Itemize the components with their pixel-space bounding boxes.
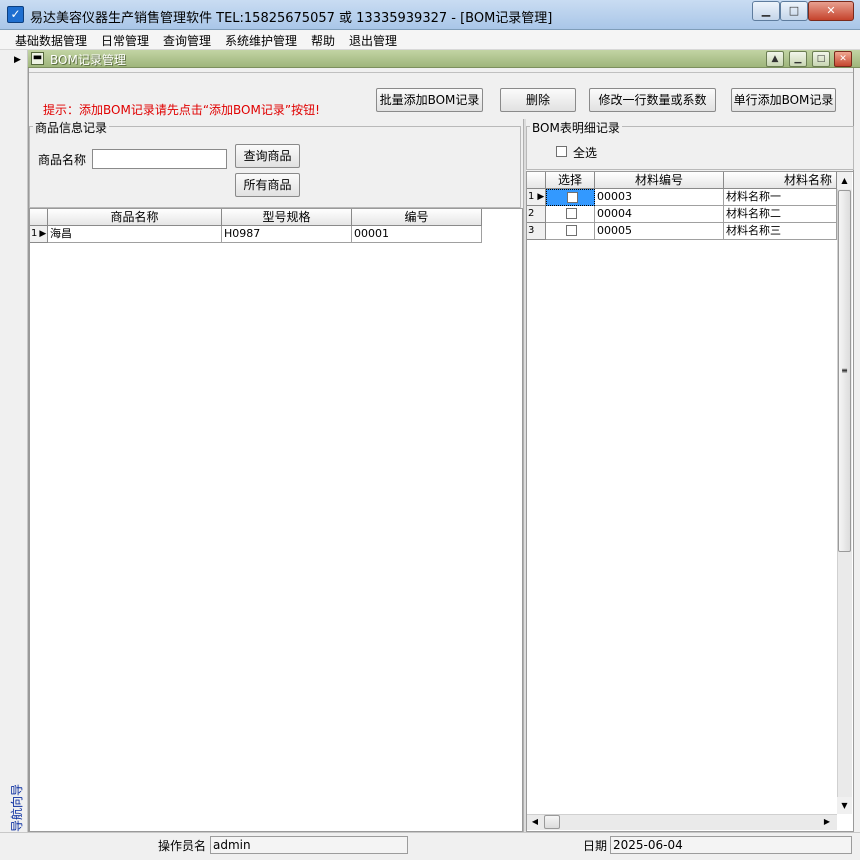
goods-col-code[interactable]: 编号 (352, 209, 482, 226)
bom-cell-code[interactable]: 00004 (595, 206, 724, 223)
goods-info-title: 商品信息记录 (33, 119, 110, 136)
menu-bar: 基础数据管理 日常管理 查询管理 系统维护管理 帮助 退出管理 (0, 30, 860, 50)
goods-name-label: 商品名称 (38, 153, 87, 167)
goods-row-header[interactable]: 1 ▶ (30, 226, 48, 243)
bom-row-header[interactable]: 2 (527, 206, 546, 223)
all-goods-button[interactable]: 所有商品 (235, 173, 300, 197)
bom-cell-code[interactable]: 00003 (595, 189, 724, 206)
select-all-checkbox[interactable] (556, 146, 567, 157)
status-bar: 操作员名 admin 日期 2025-06-04 (0, 832, 860, 860)
batch-add-bom-button[interactable]: 批量添加BOM记录 (376, 88, 483, 112)
query-goods-button[interactable]: 查询商品 (235, 144, 300, 168)
delete-button[interactable]: 删除 (500, 88, 576, 112)
bom-col-code[interactable]: 材料编号 (595, 172, 724, 189)
bom-cell-name[interactable]: 材料名称三 (724, 223, 837, 240)
bom-cell-code[interactable]: 00005 (595, 223, 724, 240)
scroll-right-arrow-icon[interactable]: ▶ (821, 815, 833, 829)
select-all-label: 全选 (573, 146, 598, 160)
window-title: 易达美容仪器生产销售管理软件 TEL:15825675057 或 1333593… (30, 11, 553, 26)
window-titlebar[interactable]: ✓ 易达美容仪器生产销售管理软件 TEL:15825675057 或 13335… (0, 0, 860, 30)
bom-grid-corner (527, 172, 546, 189)
goods-grid-corner (30, 209, 48, 226)
hint-text: 提示：添加BOM记录请先点击“添加BOM记录”按钮! (43, 103, 320, 117)
goods-cell-spec[interactable]: H0987 (222, 226, 352, 243)
horizontal-scrollbar[interactable] (527, 814, 837, 830)
child-minimize-button[interactable]: ▁ (789, 51, 807, 67)
goods-col-spec[interactable]: 型号规格 (222, 209, 352, 226)
child-maximize-button[interactable]: □ (812, 51, 830, 67)
bom-row-header[interactable]: 1 ▶ (527, 189, 546, 206)
bom-cell-select[interactable] (546, 206, 595, 223)
maximize-button[interactable]: □ (780, 1, 808, 21)
row-number: 1 (528, 191, 535, 202)
bom-row-header[interactable]: 3 (527, 223, 546, 240)
bom-col-name[interactable]: 材料名称 (724, 172, 837, 189)
menu-daily[interactable]: 日常管理 (101, 32, 149, 49)
operator-value: admin (210, 836, 408, 854)
menu-exit[interactable]: 退出管理 (349, 32, 397, 49)
child-window-menu-icon[interactable]: ▬ (31, 52, 44, 65)
date-value: 2025-06-04 (610, 836, 852, 854)
goods-cell-code[interactable]: 00001 (352, 226, 482, 243)
vertical-scroll-thumb[interactable]: ≡ (838, 190, 851, 552)
menu-system[interactable]: 系统维护管理 (225, 32, 297, 49)
minimize-button[interactable]: ▁ (752, 1, 780, 21)
bom-cell-select[interactable] (546, 223, 595, 240)
row-number: 2 (528, 208, 535, 219)
row-number: 3 (528, 225, 535, 236)
current-row-arrow-icon: ▶ (39, 229, 47, 239)
goods-col-name[interactable]: 商品名称 (48, 209, 222, 226)
nav-wizard-label[interactable]: 导航向导 (10, 772, 24, 832)
child-close-button[interactable]: ✕ (834, 51, 852, 67)
modify-row-button[interactable]: 修改一行数量或系数 (589, 88, 716, 112)
menu-query[interactable]: 查询管理 (163, 32, 211, 49)
horizontal-scroll-thumb[interactable] (544, 815, 560, 829)
nav-strip: ▶ (8, 50, 28, 832)
bom-cell-name[interactable]: 材料名称二 (724, 206, 837, 223)
bom-grid (526, 171, 854, 832)
current-row-arrow-icon: ▶ (537, 192, 545, 202)
divider (29, 72, 853, 73)
single-add-bom-button[interactable]: 单行添加BOM记录 (731, 88, 836, 112)
row-select-checkbox[interactable] (566, 208, 577, 219)
menu-basic-data[interactable]: 基础数据管理 (15, 32, 87, 49)
child-window-titlebar[interactable]: ▬ BOM记录管理 ▲ ▁ □ ✕ (28, 50, 860, 68)
row-select-checkbox[interactable] (567, 192, 578, 203)
goods-name-input[interactable] (92, 149, 227, 169)
scroll-left-arrow-icon[interactable]: ◀ (529, 815, 541, 829)
child-window-title: BOM记录管理 (50, 53, 126, 67)
goods-cell-name[interactable]: 海昌 (48, 226, 222, 243)
close-button[interactable]: ✕ (808, 1, 854, 21)
scroll-down-arrow-icon[interactable]: ▼ (837, 797, 852, 814)
goods-grid (29, 208, 523, 832)
row-number: 1 (31, 228, 38, 239)
row-select-checkbox[interactable] (566, 225, 577, 236)
expand-arrow-icon[interactable]: ▶ (14, 55, 21, 65)
date-label: 日期 (583, 839, 608, 853)
menu-help[interactable]: 帮助 (311, 32, 335, 49)
bom-detail-title: BOM表明细记录 (530, 119, 622, 136)
bom-cell-name[interactable]: 材料名称一 (724, 189, 837, 206)
scroll-up-arrow-icon[interactable]: ▲ (837, 172, 852, 189)
bom-cell-select[interactable] (546, 189, 595, 206)
app-icon: ✓ (7, 6, 24, 23)
bom-col-select[interactable]: 选择 (546, 172, 595, 189)
operator-label: 操作员名 (158, 839, 207, 853)
child-restore-button[interactable]: ▲ (766, 51, 784, 67)
